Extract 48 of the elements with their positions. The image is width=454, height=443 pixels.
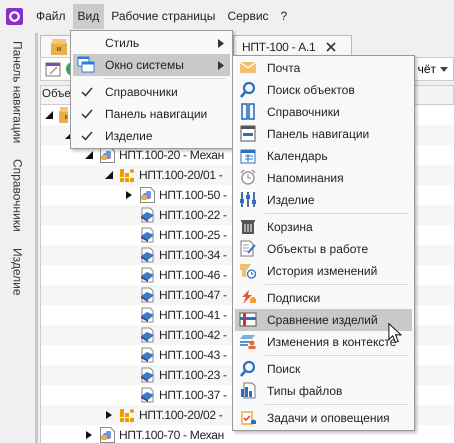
sidebar-tab[interactable]: Справочники xyxy=(8,157,26,234)
tree-item[interactable]: НПТ.100-41 - xyxy=(159,306,227,324)
tree-item[interactable]: НПТ.100-23 - xyxy=(159,366,227,384)
menu-item[interactable]: Объекты в работе xyxy=(235,238,412,260)
menu-item[interactable]: Подписки xyxy=(235,287,412,309)
menu-item[interactable]: Панель навигации xyxy=(235,123,412,145)
tree-item[interactable]: НПТ.100-20/01 - xyxy=(139,166,223,184)
tree-item[interactable]: НПТ.100-43 - xyxy=(159,346,227,364)
menu-item[interactable]: Сравнение изделий xyxy=(235,309,412,331)
menu-item[interactable]: Изделие xyxy=(73,125,230,147)
sidebar-tab[interactable]: Изделие xyxy=(8,246,26,298)
menu-item[interactable]: Справочники xyxy=(73,81,230,103)
menu-item[interactable]: Почта xyxy=(235,57,412,79)
menu-item[interactable]: Напоминания xyxy=(235,167,412,189)
menu-item[interactable]: Вид xyxy=(72,4,104,29)
tree-item[interactable]: НПТ.100-25 - xyxy=(159,226,227,244)
menu-item[interactable]: Корзина xyxy=(235,216,412,238)
document-tab[interactable]: НПТ-100 - А.1 xyxy=(233,35,352,57)
tree-item[interactable]: НПТ.100-46 - xyxy=(159,266,227,284)
report-button[interactable]: чёт xyxy=(418,60,449,78)
tree-item[interactable]: НПТ.100-34 - xyxy=(159,246,227,264)
menu-item[interactable]: Файл xyxy=(31,4,71,29)
tab-title: НПТ-100 - А.1 xyxy=(242,38,316,56)
menu-item[interactable]: Стиль xyxy=(73,32,230,54)
menu-item[interactable]: Изделие xyxy=(235,189,412,211)
tree-item[interactable]: НПТ.100-20/02 - xyxy=(139,406,223,424)
menu-item[interactable]: Окно системы xyxy=(73,54,230,76)
menu-item[interactable]: Изменения в контексте xyxy=(235,331,412,353)
menu-item[interactable]: Сервис xyxy=(222,4,274,29)
tree-item[interactable]: НПТ.100-50 - xyxy=(159,186,227,204)
menu-item[interactable]: Поиск объектов xyxy=(235,79,412,101)
sidebar-tab[interactable]: Панель навигации xyxy=(8,39,26,146)
column-header: Объе xyxy=(42,87,71,102)
tree-item[interactable]: НПТ.100-20 - Механ xyxy=(119,146,224,164)
menu-item[interactable]: Панель навигации xyxy=(73,103,230,125)
tree-item[interactable]: НПТ.100-37 - xyxy=(159,386,227,404)
menu-item[interactable]: Справочники xyxy=(235,101,412,123)
tree-item[interactable]: НПТ.100-22 - xyxy=(159,206,227,224)
menu-item[interactable]: ? xyxy=(276,4,292,29)
menu-item[interactable]: Календарь xyxy=(235,145,412,167)
menu-item[interactable]: Типы файлов xyxy=(235,380,412,402)
menu-item[interactable]: Рабочие страницы xyxy=(106,4,220,29)
menu-item[interactable]: Задачи и оповещения xyxy=(235,407,412,429)
tree-item[interactable]: НПТ.100-47 - xyxy=(159,286,227,304)
tree-item[interactable]: НПТ.100-42 - xyxy=(159,326,227,344)
menu-item[interactable]: История изменений xyxy=(235,260,412,282)
tree-item[interactable]: НПТ.100-70 - Механ xyxy=(119,426,224,443)
menu-item[interactable]: Поиск xyxy=(235,358,412,380)
